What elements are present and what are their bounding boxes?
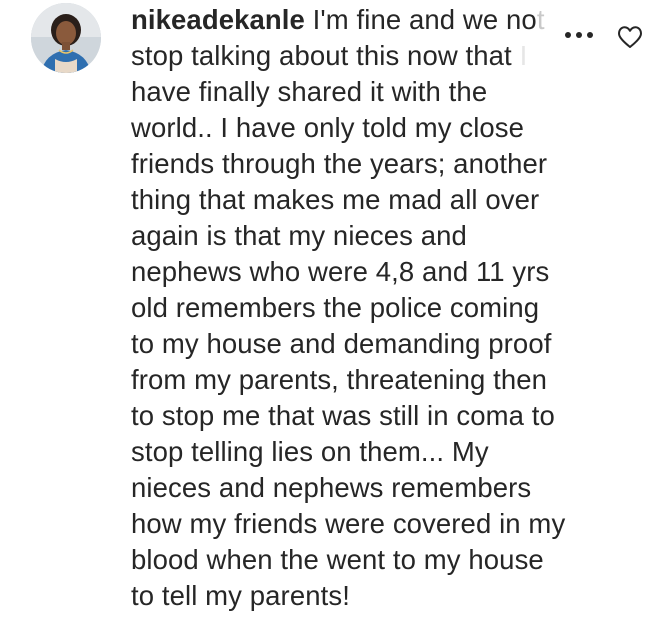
heart-outline-shape [618,26,642,48]
comment-line-12: to stop me that was still in coma to [131,400,555,431]
comment-line-1: nikeadekanle I'm fine and we not [131,2,601,38]
comment-line-2: stop talking about this now that I [131,38,601,74]
comment-line-1-faded-tail: t [536,4,545,35]
more-dot [565,32,571,38]
avatar[interactable] [31,3,101,73]
comment-username[interactable]: nikeadekanle [131,4,305,35]
more-dot [576,32,582,38]
comment-line-1-text: I'm fine and we no [304,4,537,35]
comment-line-8: nephews who were 4,8 and 11 yrs [131,256,550,287]
comment-line-5: friends through the years; another [131,148,548,179]
more-dot [587,32,593,38]
comment-line-6: thing that makes me mad all over [131,184,540,215]
more-options-icon[interactable] [565,23,595,43]
comment-line-4: world.. I have only told my close [131,112,525,143]
comment-line-16: blood when the went to my house [131,544,544,575]
comment-line-9: old remembers the police coming [131,292,540,323]
comment-item: nikeadekanle I'm fine and we not stop ta… [0,0,662,638]
comment-line-11: from my parents, threatening then [131,364,548,395]
profile-avatar-image [31,3,101,73]
comment-line-2-text: stop talking about this now that [131,40,512,71]
comment-line-2-faded-tail: I [519,40,528,71]
comment-line-13: stop telling lies on them... My [131,436,489,467]
comment-line-14: nieces and nephews remembers [131,472,532,503]
comment-line-15: how my friends were covered in my [131,508,566,539]
comment-line-3: have finally shared it with the [131,76,488,107]
heart-outline-icon[interactable] [617,25,643,49]
comment-line-17: to tell my parents! [131,580,350,611]
comment-text: nikeadekanle I'm fine and we not stop ta… [131,2,601,614]
comment-line-10: to my house and demanding proof [131,328,552,359]
comment-line-7: again is that my nieces and [131,220,467,251]
